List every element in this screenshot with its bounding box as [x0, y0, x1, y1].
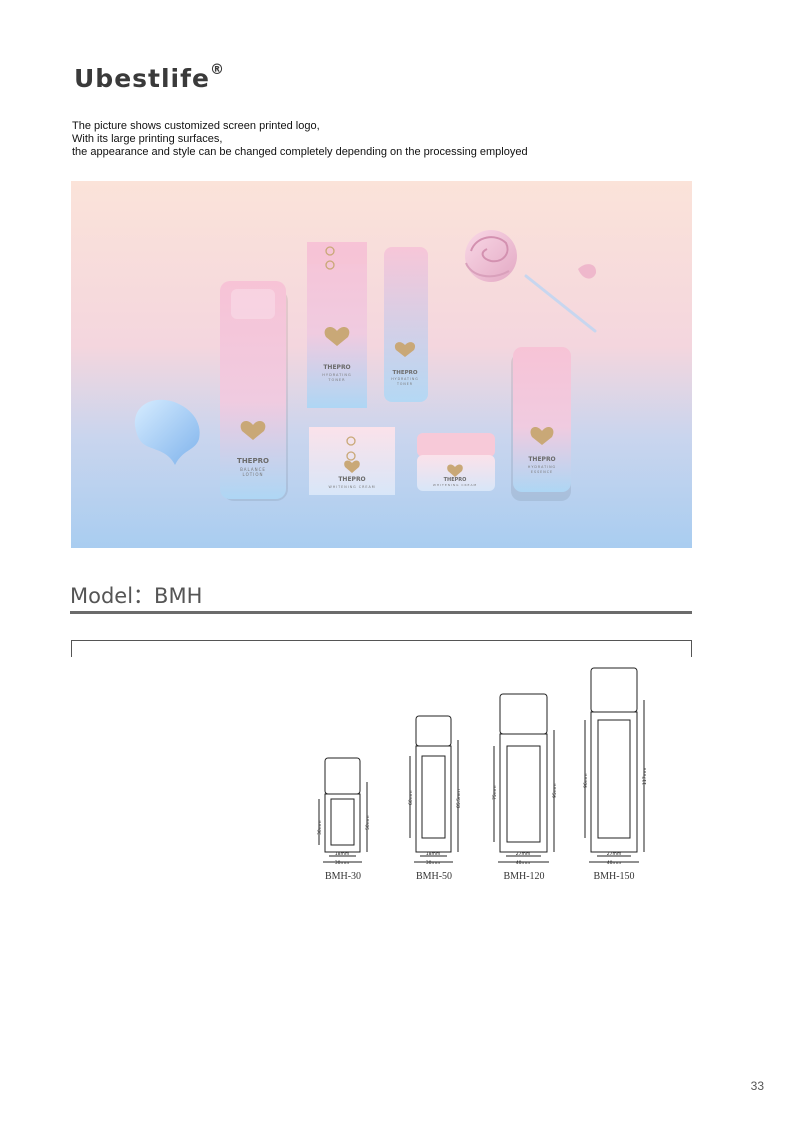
box-top-brand: THEPRO — [323, 364, 350, 371]
spec-drawing-bmh-50 — [409, 715, 459, 863]
page-number: 33 — [750, 1079, 764, 1093]
spec-frame — [71, 640, 692, 657]
right-bottle-line2: ESSENCE — [531, 470, 553, 474]
spec-inner-width: 18mm — [335, 851, 350, 857]
spec-total-height: 95mm — [552, 784, 558, 799]
mid-bottle: THEPRO HYDRATING TONER — [384, 247, 428, 402]
spec-drawing-bmh-120 — [493, 693, 555, 863]
box-top-line2: TONER — [327, 378, 345, 382]
tall-bottle-line2: LOTION — [243, 472, 264, 477]
brand-title: Ubestlife® — [74, 61, 225, 93]
box-bottom-line1: WHITENING CREAM — [328, 485, 375, 489]
spec-inner-width: 18mm — [426, 851, 441, 857]
spec-name: BMH-50 — [415, 871, 453, 882]
spec-label-height: 60mm — [408, 791, 414, 806]
spec-outer-width: 40mm — [516, 860, 531, 866]
spec-inner-width: 27mm — [607, 851, 622, 857]
spec-outer-width: 30mm — [426, 860, 441, 866]
brand-name: Ubestlife — [74, 64, 210, 93]
box-top-line1: HYDRATING — [322, 373, 351, 377]
spec-label-height: 30mm — [317, 821, 323, 836]
intro-text: The picture shows customized screen prin… — [72, 120, 528, 159]
model-heading: Model：BMH — [70, 584, 203, 608]
registered-mark: ® — [209, 61, 225, 78]
spec-drawings: 30mm 50mm 18mm 30mm 60mm 85.5mm 18mm 30m… — [317, 667, 648, 866]
mid-bottle-line2: TONER — [396, 382, 413, 386]
spec-name: BMH-150 — [593, 871, 635, 882]
spec-total-height: 50mm — [365, 816, 371, 831]
spec-drawing-bmh-150 — [584, 667, 645, 863]
spec-label-height: 75mm — [492, 786, 498, 801]
spec-inner-width: 27mm — [516, 851, 531, 857]
cream-jar: THEPRO WHITENING CREAM — [417, 433, 495, 491]
tall-bottle-brand: THEPRO — [237, 457, 269, 465]
spec-outer-width: 30mm — [335, 860, 350, 866]
spec-label-height: 96mm — [583, 774, 589, 789]
spec-name: BMH-120 — [503, 871, 545, 882]
intro-line: With its large printing surfaces, — [72, 133, 223, 145]
product-photo: THEPRO BALANCE LOTION THEPRO HYDRATING T… — [71, 181, 692, 548]
spec-drawing-bmh-30 — [318, 757, 368, 863]
spec-name: BMH-30 — [324, 871, 362, 882]
spec-outer-width: 40mm — [607, 860, 622, 866]
spec-total-height: 117mm — [642, 768, 648, 785]
right-bottle-line1: HYDRATING — [528, 465, 556, 469]
box-bottom: THEPRO WHITENING CREAM — [309, 427, 395, 495]
spec-total-height: 85.5mm — [456, 789, 462, 808]
mid-bottle-brand: THEPRO — [392, 370, 417, 376]
jar-line1: WHITENING CREAM — [433, 483, 477, 487]
mid-bottle-line1: HYDRATING — [391, 377, 419, 381]
box-top: THEPRO HYDRATING TONER — [307, 242, 367, 408]
box-bottom-brand: THEPRO — [338, 476, 365, 483]
intro-line: The picture shows customized screen prin… — [72, 120, 320, 132]
tall-bottle: THEPRO BALANCE LOTION — [220, 281, 286, 499]
intro-line: the appearance and style can be changed … — [72, 146, 528, 158]
right-bottle-brand: THEPRO — [528, 456, 555, 463]
model-divider — [70, 611, 692, 614]
right-bottle: THEPRO HYDRATING ESSENCE — [513, 347, 571, 492]
product-photo-illustration: THEPRO BALANCE LOTION THEPRO HYDRATING T… — [71, 181, 692, 548]
